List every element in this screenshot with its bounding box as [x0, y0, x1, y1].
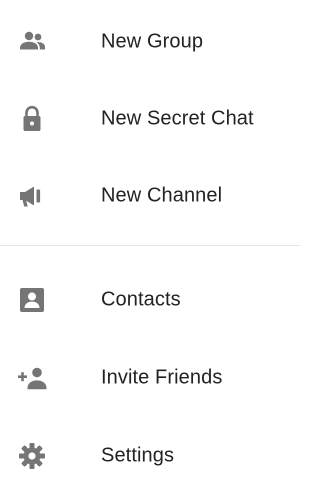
lock-icon: [16, 103, 48, 135]
menu-divider: [0, 245, 300, 246]
menu-item-label: Settings: [101, 444, 175, 467]
menu-item-label: New Secret Chat: [101, 107, 254, 130]
megaphone-icon: [16, 180, 48, 212]
menu-item-new-channel[interactable]: New Channel: [0, 168, 300, 224]
menu-item-label: Invite Friends: [101, 366, 223, 389]
menu-item-label: New Group: [101, 30, 204, 53]
menu-item-new-group[interactable]: New Group: [0, 14, 300, 70]
menu-item-contacts[interactable]: Contacts: [0, 272, 300, 328]
add-person-icon: [16, 362, 48, 394]
gear-icon: [16, 440, 48, 472]
menu-item-settings[interactable]: Settings: [0, 428, 300, 484]
contact-card-icon: [16, 284, 48, 316]
menu-item-label: New Channel: [101, 184, 223, 207]
group-icon: [16, 26, 48, 58]
drawer-menu: New Group New Secret Chat New Channel Co…: [0, 0, 300, 500]
menu-item-invite-friends[interactable]: Invite Friends: [0, 350, 300, 406]
menu-item-new-secret-chat[interactable]: New Secret Chat: [0, 91, 300, 147]
menu-item-label: Contacts: [101, 288, 181, 311]
